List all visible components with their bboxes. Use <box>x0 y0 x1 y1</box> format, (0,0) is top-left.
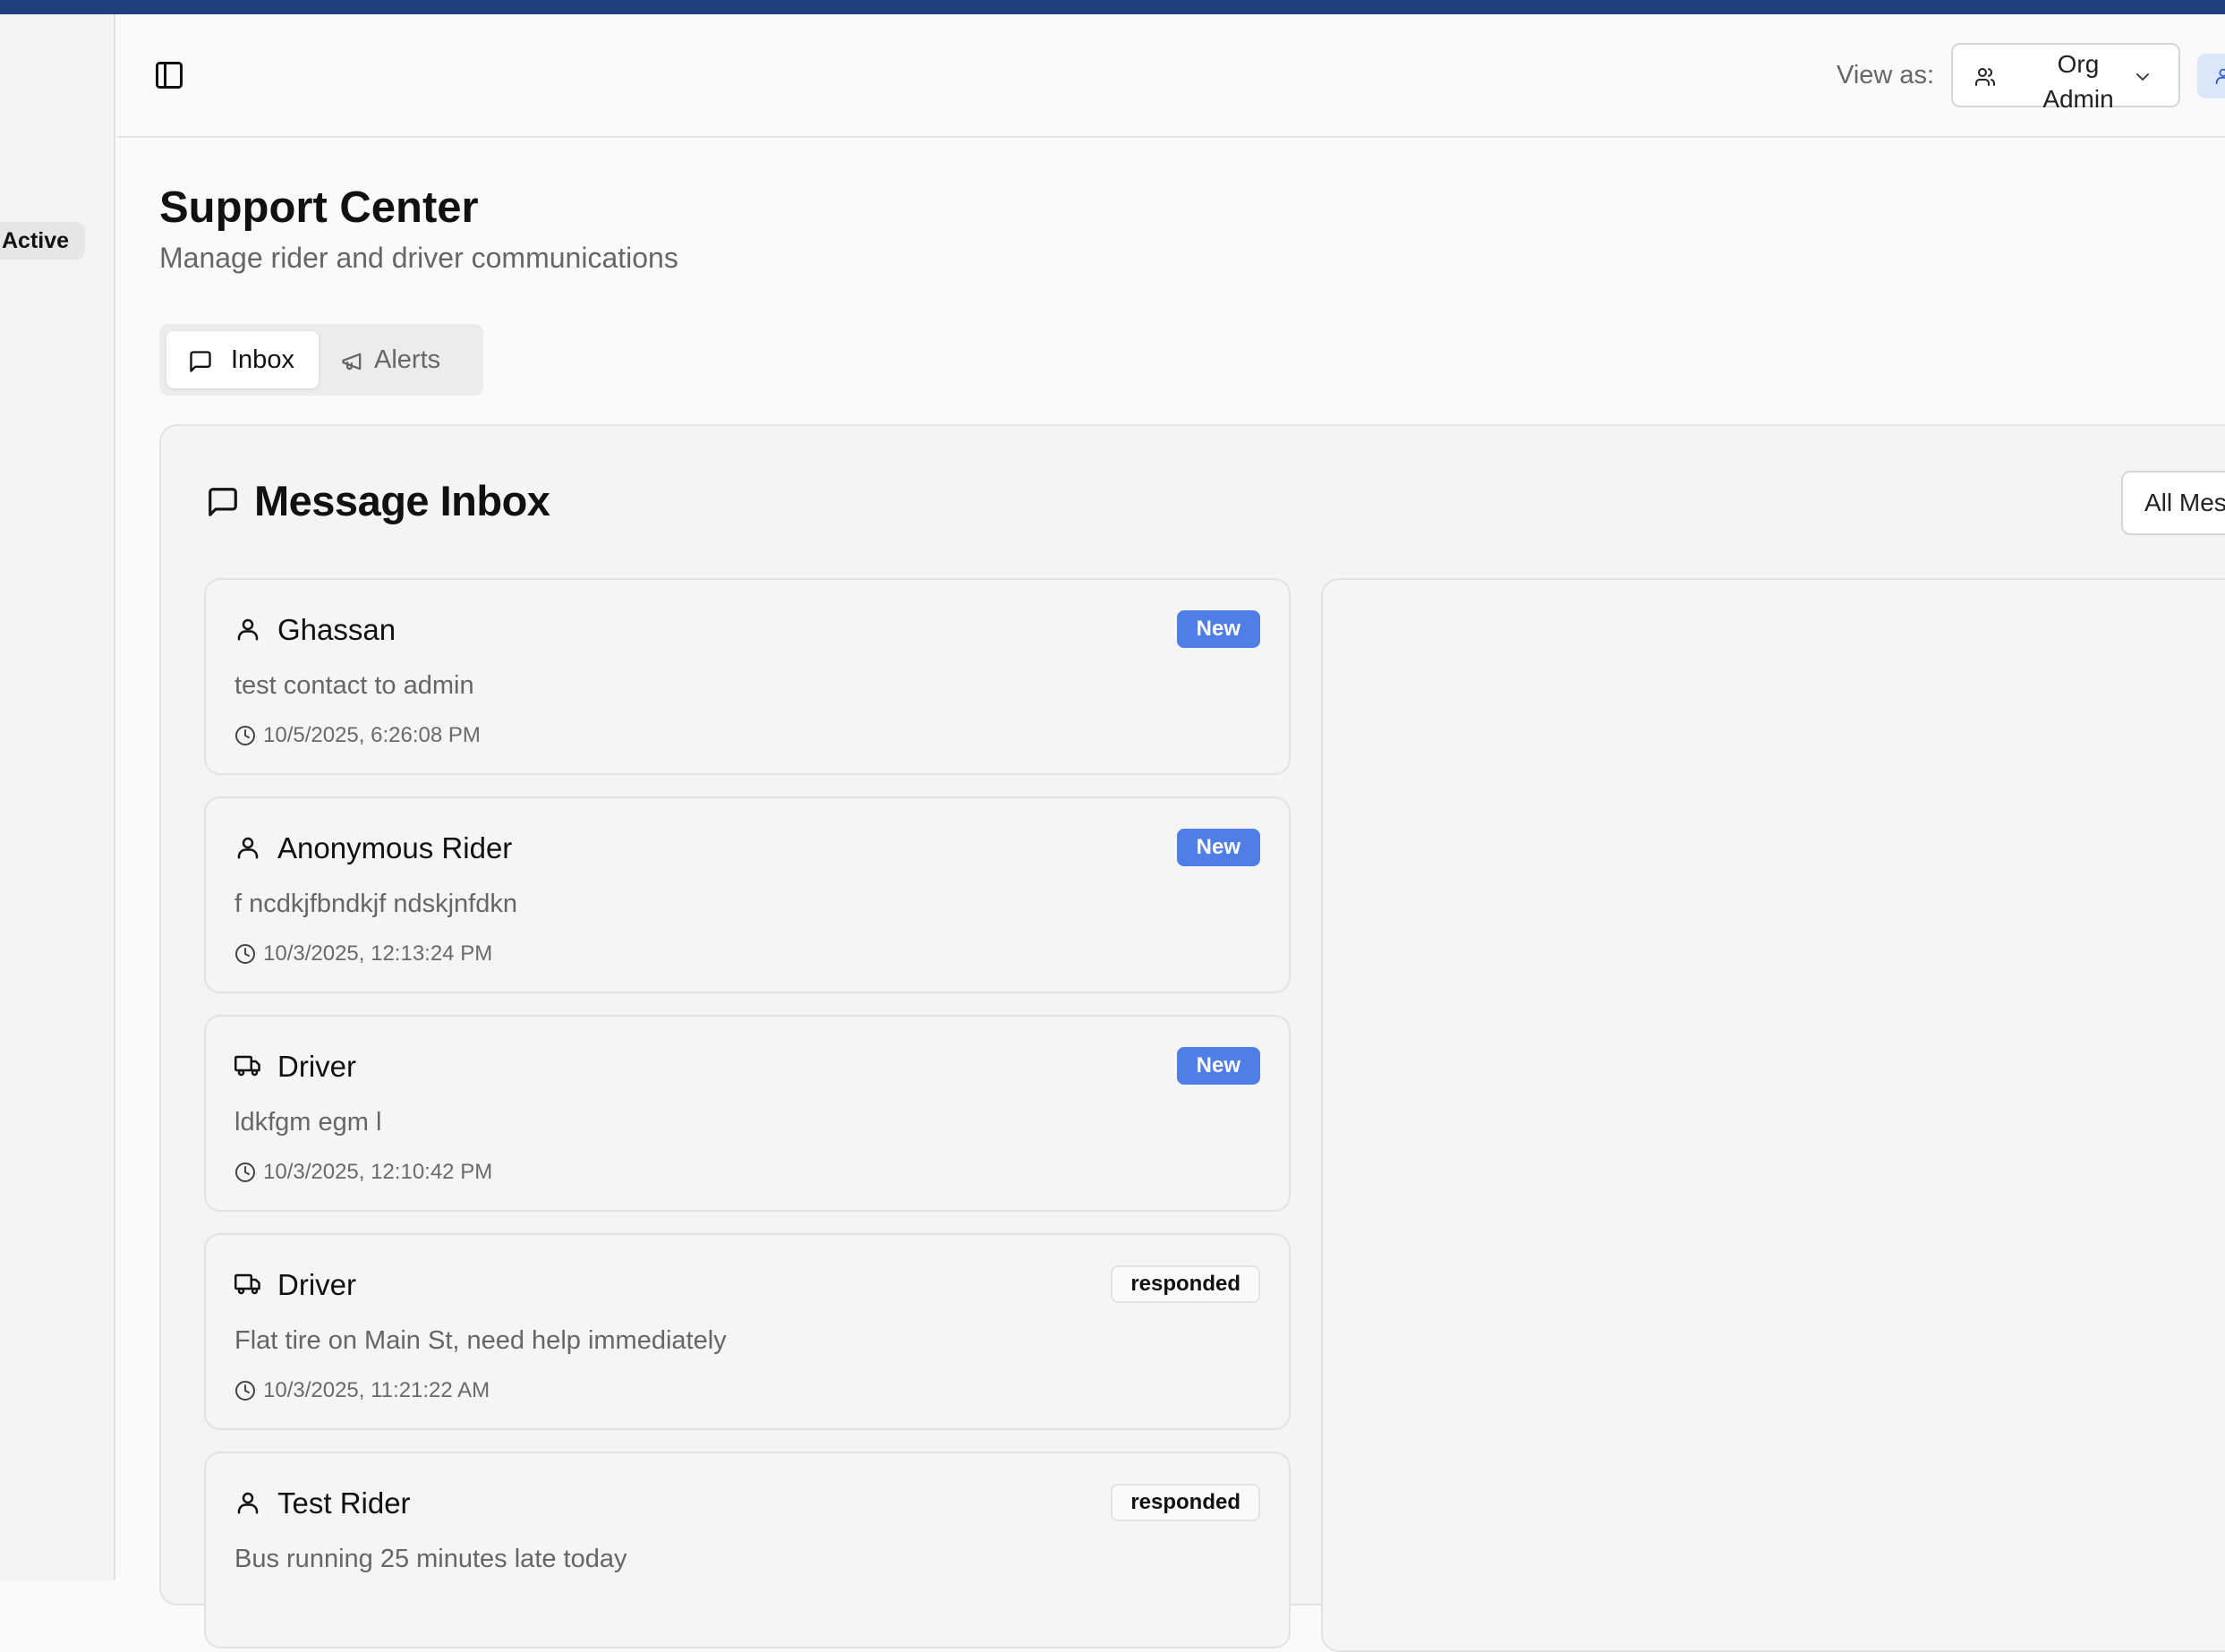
message-square-icon <box>209 488 237 516</box>
view-as-value: Org Admin <box>2042 50 2114 113</box>
message-timestamp: 10/3/2025, 12:13:24 PM <box>263 941 493 966</box>
tab-inbox-label: Inbox <box>231 345 294 374</box>
tab-alerts-label: Alerts <box>374 345 441 374</box>
message-filter-value: All Mes <box>2144 489 2225 516</box>
app-header: View as: Org Admin <box>117 14 2225 138</box>
user-menu-button[interactable] <box>2197 54 2225 98</box>
message-inbox-panel: Message Inbox All Mes Ghassan New test c… <box>159 424 2225 1652</box>
message-sender: Driver <box>277 1050 356 1083</box>
truck-icon <box>234 1055 260 1077</box>
message-sender: Test Rider <box>277 1486 411 1520</box>
page-subtitle: Manage rider and driver communications <box>159 242 678 274</box>
message-timestamp: 10/3/2025, 12:10:42 PM <box>263 1160 493 1184</box>
user-icon <box>237 618 259 641</box>
megaphone-icon <box>342 353 362 370</box>
user-icon <box>2215 68 2225 85</box>
message-preview: ldkfgm egm l <box>234 1108 382 1137</box>
message-sender: Ghassan <box>277 613 396 646</box>
tab-inbox[interactable]: Inbox <box>166 331 319 388</box>
message-detail-pane <box>1321 578 2225 1652</box>
status-badge: New <box>1176 1047 1260 1085</box>
message-filter-select[interactable]: All Mes <box>2121 471 2225 535</box>
users-icon <box>1975 68 1996 86</box>
message-card[interactable]: Ghassan New test contact to admin 10/5/2… <box>204 578 1291 775</box>
message-square-icon <box>190 351 211 372</box>
view-as-label: View as: <box>1837 61 1935 89</box>
truck-icon <box>234 1273 260 1295</box>
message-card[interactable]: Driver responded Flat tire on Main St, n… <box>204 1233 1291 1430</box>
message-preview: test contact to admin <box>234 671 474 700</box>
message-card[interactable]: Anonymous Rider New f ncdkjfbndkjf ndskj… <box>204 796 1291 993</box>
message-card[interactable]: Driver New ldkfgm egm l 10/3/2025, 12:10… <box>204 1015 1291 1212</box>
tab-alerts[interactable]: Alerts <box>329 331 473 388</box>
status-badge: New <box>1176 829 1260 866</box>
message-preview: Bus running 25 minutes late today <box>234 1545 627 1573</box>
inbox-title: Message Inbox <box>254 477 550 524</box>
sidebar: Active <box>0 14 115 1580</box>
message-timestamp: 10/3/2025, 11:21:22 AM <box>263 1378 490 1402</box>
user-icon <box>237 1492 259 1514</box>
user-icon <box>237 837 259 859</box>
tab-list: Inbox Alerts <box>159 324 483 396</box>
top-accent-bar <box>0 0 2225 14</box>
message-preview: f ncdkjfbndkjf ndskjnfdkn <box>234 890 517 918</box>
sidebar-toggle-icon[interactable] <box>153 59 185 91</box>
status-badge: New <box>1176 610 1260 648</box>
chevron-down-icon <box>2136 73 2149 81</box>
status-badge: responded <box>1111 1484 1260 1521</box>
message-sender: Anonymous Rider <box>277 831 513 864</box>
clock-icon <box>235 726 255 745</box>
message-sender: Driver <box>277 1268 356 1301</box>
message-preview: Flat tire on Main St, need help immediat… <box>234 1326 727 1355</box>
message-card[interactable]: Test Rider responded Bus running 25 minu… <box>204 1452 1291 1648</box>
clock-icon <box>235 1162 255 1182</box>
view-as-select[interactable]: Org Admin <box>1951 43 2180 113</box>
sidebar-status-badge: Active <box>0 222 86 260</box>
clock-icon <box>235 1381 255 1401</box>
status-badge: responded <box>1111 1265 1260 1303</box>
page-title: Support Center <box>159 183 479 232</box>
message-timestamp: 10/5/2025, 6:26:08 PM <box>263 723 481 747</box>
clock-icon <box>235 944 255 964</box>
